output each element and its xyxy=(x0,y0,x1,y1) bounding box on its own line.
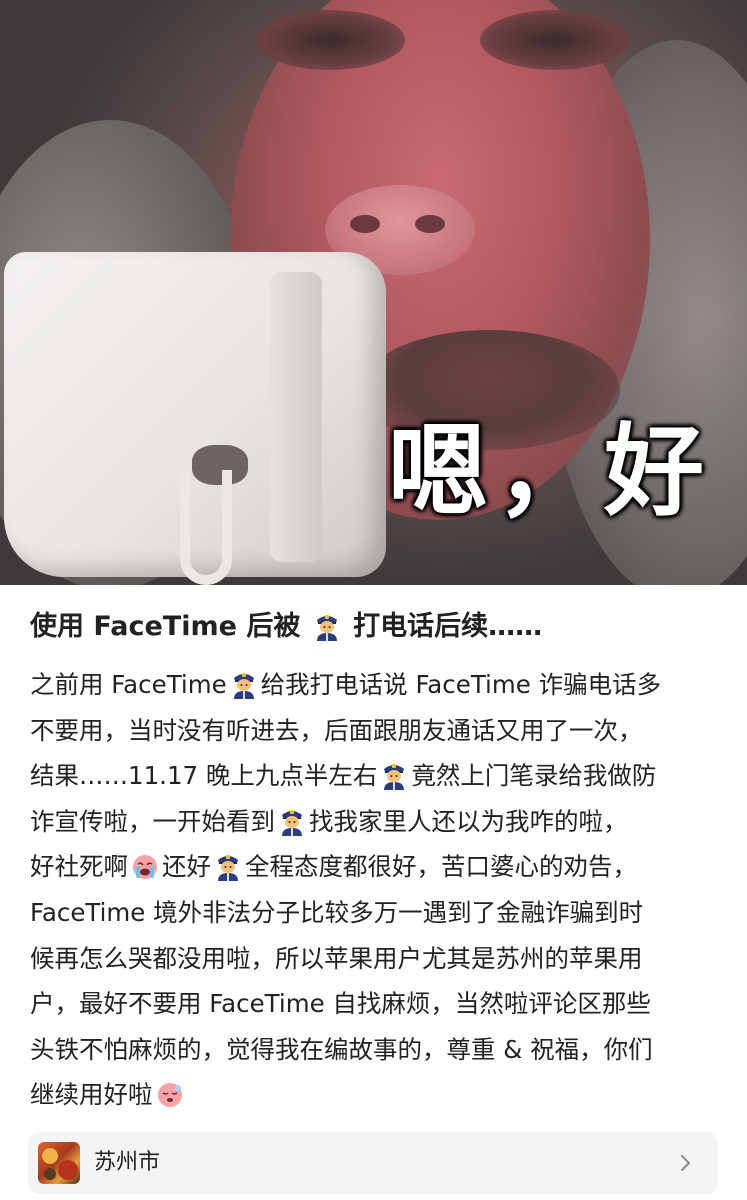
body-line: 候再怎么哭都没用啦，所以苹果用户尤其是苏州的苹果用 xyxy=(30,936,720,982)
body-line: 户，最好不要用 FaceTime 自找麻烦，当然啦评论区那些 xyxy=(30,981,720,1027)
post-body: 之前用 FaceTime 给我打电话说 FaceTime 诈骗电话多 不要用，当时… xyxy=(30,662,720,1118)
body-text: 还好 xyxy=(162,852,211,882)
police-officer-emoji-icon xyxy=(231,669,257,699)
body-line: 诈宣传啦，一开始看到 找我家里人还以为我咋的啦， xyxy=(30,799,720,845)
image-nostril-right xyxy=(415,215,445,233)
image-handset-ridge xyxy=(270,272,322,562)
body-line: 结果……11.17 晚上九点半左右 竟然上门笔录给我做防 xyxy=(30,753,720,799)
body-line: FaceTime 境外非法分子比较多万一遇到了金融诈骗到时 xyxy=(30,890,720,936)
body-text: 诈宣传啦，一开始看到 xyxy=(30,806,275,836)
body-text: 全程态度都很好，苦口婆心的劝告， xyxy=(245,852,637,882)
location-thumbnail xyxy=(38,1142,80,1184)
sleepy-face-emoji-icon xyxy=(157,1079,183,1109)
body-line: 继续用好啦 xyxy=(30,1072,720,1118)
police-officer-emoji-icon xyxy=(215,851,241,882)
body-text: 之前用 FaceTime xyxy=(30,670,227,699)
chevron-right-icon xyxy=(681,1155,690,1171)
police-officer-emoji-icon xyxy=(381,760,407,791)
body-line: 头铁不怕麻烦的，觉得我在编故事的，尊重 & 祝福，你们 xyxy=(30,1027,720,1073)
body-text: 结果……11.17 晚上九点半左右 xyxy=(30,761,378,791)
location-tag[interactable]: 苏州市 xyxy=(28,1132,718,1194)
body-text: FaceTime 境外非法分子比较多万一遇到了金融诈骗到时 xyxy=(30,897,644,927)
post-title-part: 使用 FaceTime 后被 xyxy=(30,611,301,642)
body-line: 之前用 FaceTime 给我打电话说 FaceTime 诈骗电话多 xyxy=(30,662,720,708)
post-title: 使用 FaceTime 后被 打电话后续…… xyxy=(30,604,720,650)
body-text: 候再怎么哭都没用啦，所以苹果用户尤其是苏州的苹果用 xyxy=(30,943,643,973)
body-text: 头铁不怕麻烦的，觉得我在编故事的，尊重 & 祝福，你们 xyxy=(30,1034,653,1064)
body-text: 不要用，当时没有听进去，后面跟朋友通话又用了一次， xyxy=(30,715,643,745)
body-text: 找我家里人还以为我咋的啦， xyxy=(309,806,628,836)
police-officer-emoji-icon xyxy=(314,611,340,641)
post-image[interactable]: 嗯，好 xyxy=(0,0,747,585)
location-label: 苏州市 xyxy=(94,1150,161,1175)
police-officer-emoji-icon xyxy=(279,806,305,836)
body-text: 户，最好不要用 FaceTime 自找麻烦，当然啦评论区那些 xyxy=(30,989,651,1019)
post-title-part: 打电话后续…… xyxy=(353,611,543,642)
body-text: 竟然上门笔录给我做防 xyxy=(411,761,657,791)
body-line: 好社死啊 还好 全程态度都很好，苦口婆心的劝告， xyxy=(30,844,720,890)
image-caption: 嗯，好 xyxy=(388,413,712,530)
body-line: 不要用，当时没有听进去，后面跟朋友通话又用了一次， xyxy=(30,708,720,754)
body-text: 给我打电话说 FaceTime 诈骗电话多 xyxy=(260,670,662,699)
body-text: 继续用好啦 xyxy=(30,1080,153,1110)
image-eye-left xyxy=(255,10,405,70)
body-text: 好社死啊 xyxy=(30,852,128,882)
image-nostril-left xyxy=(350,215,380,233)
crying-face-emoji-icon xyxy=(132,851,158,881)
image-eye-right xyxy=(480,10,630,70)
image-phone-cord xyxy=(180,470,232,585)
